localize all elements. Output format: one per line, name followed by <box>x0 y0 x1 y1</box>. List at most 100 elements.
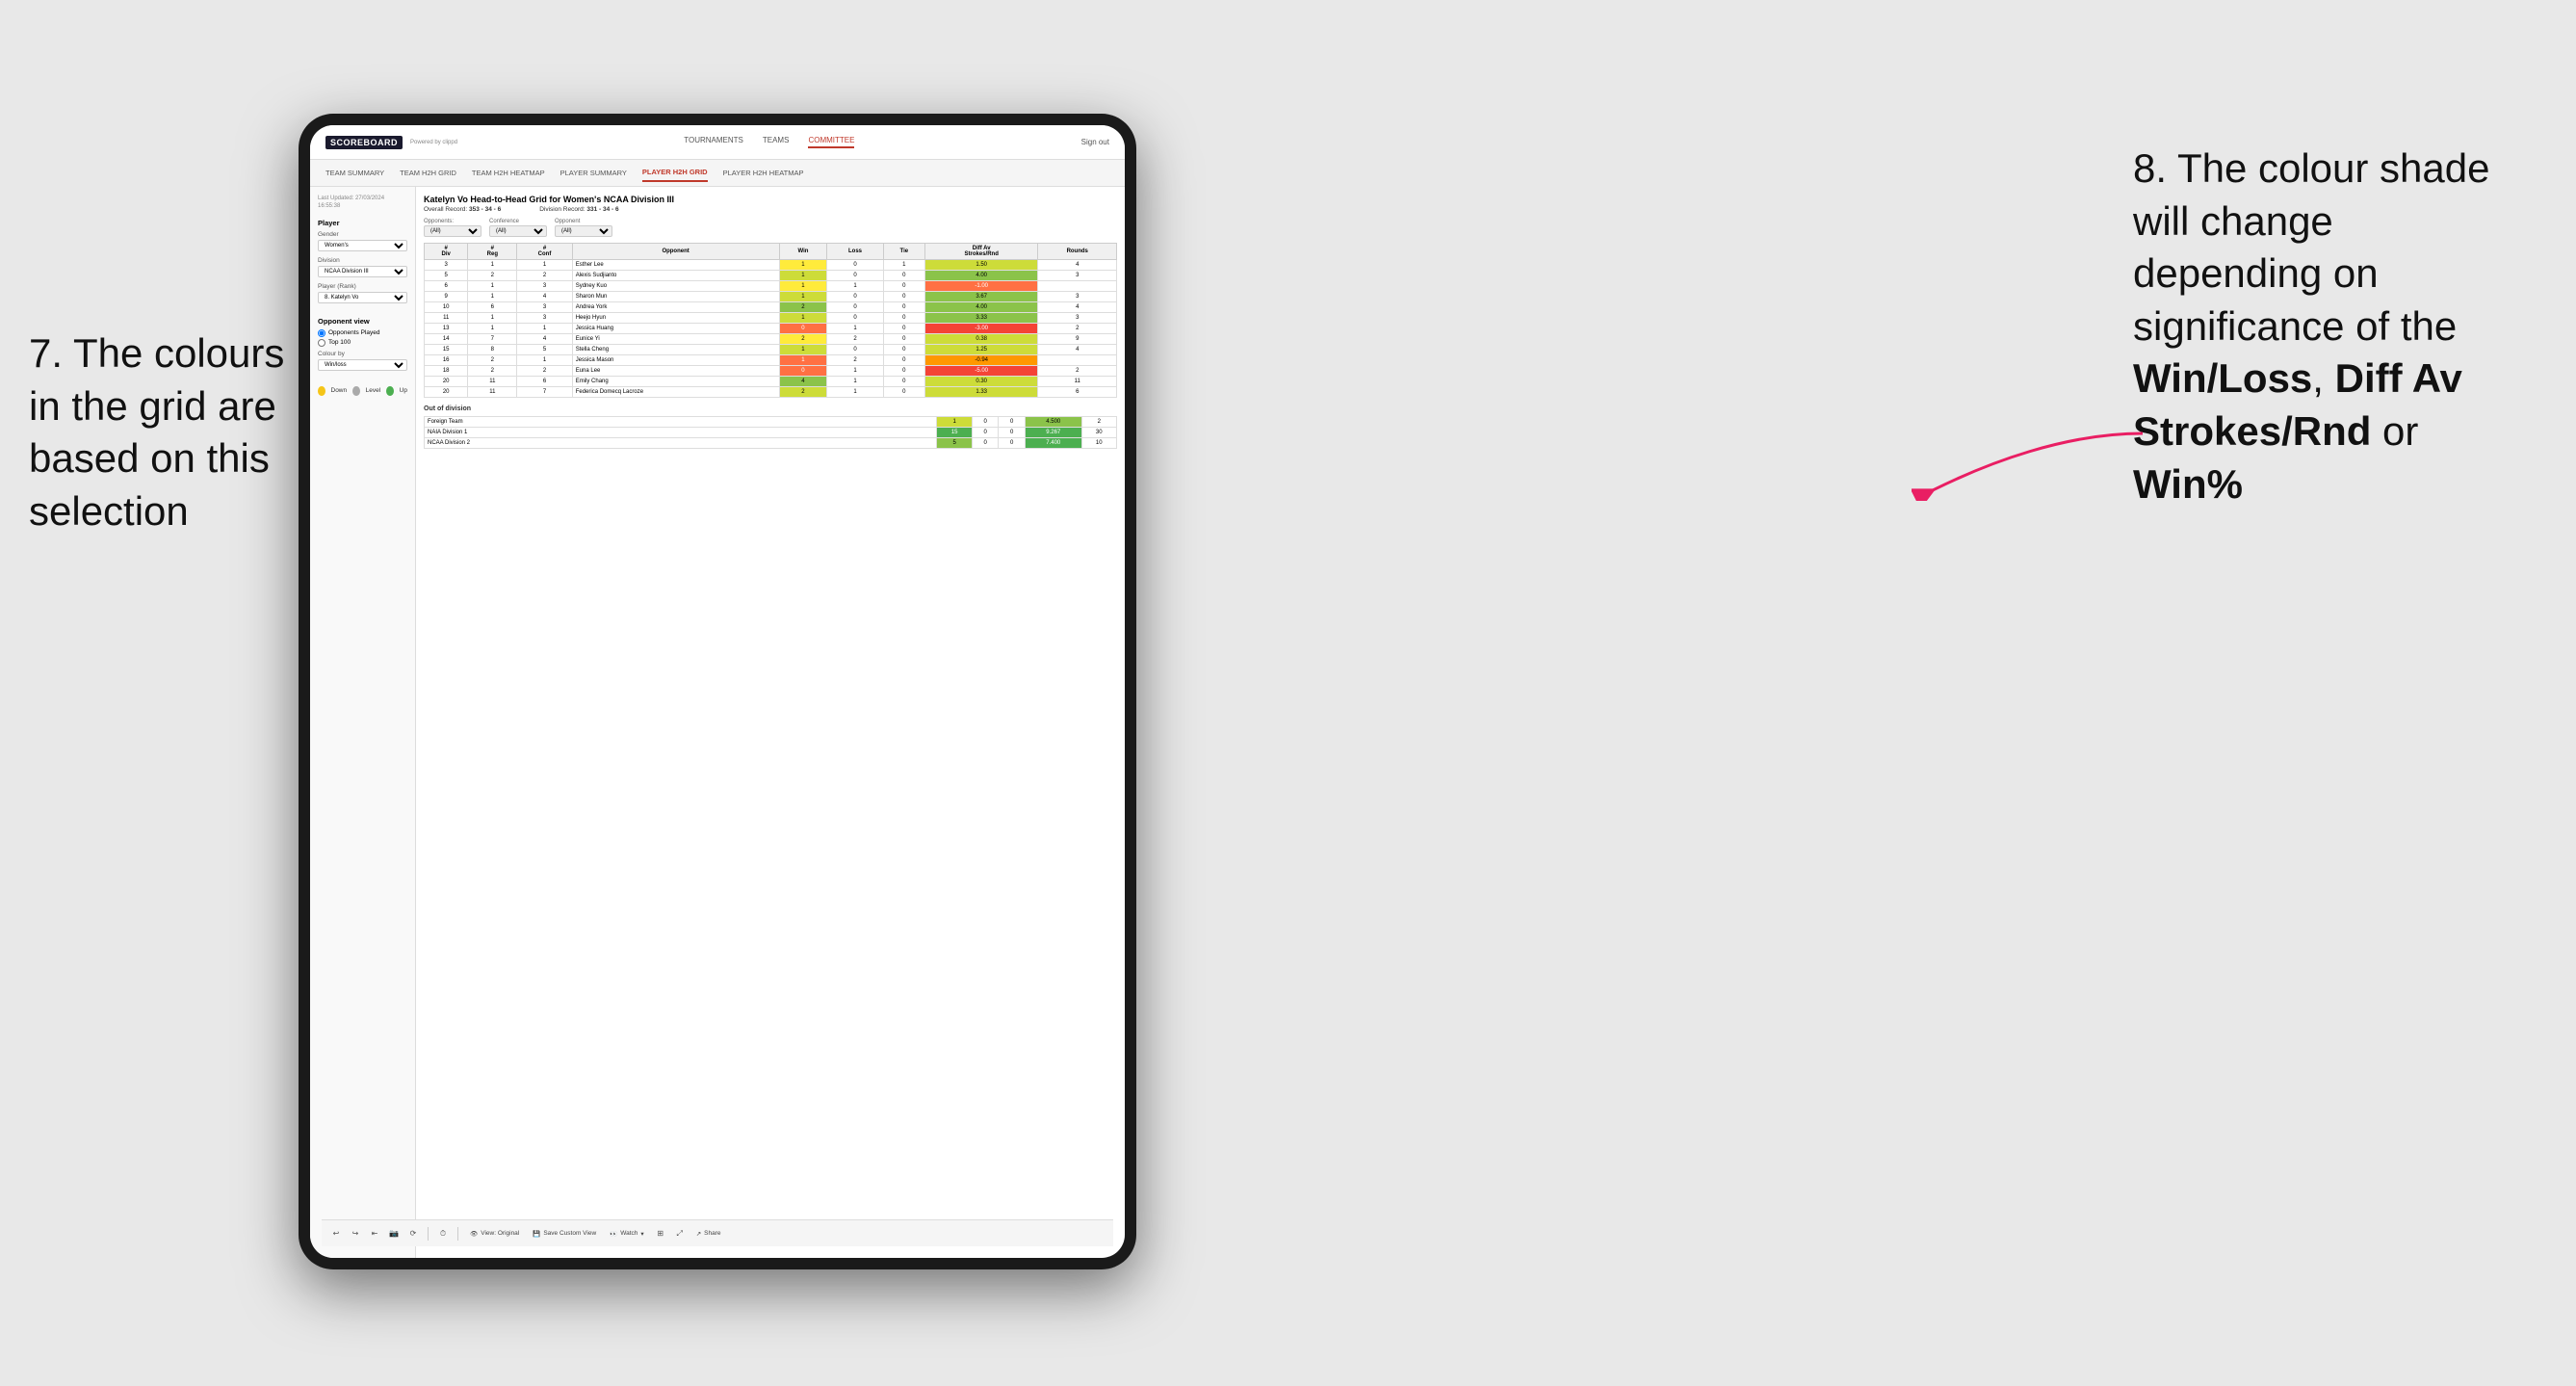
cell-tie: 0 <box>883 334 924 345</box>
nav-bar: SCOREBOARD Powered by clippd TOURNAMENTS… <box>310 125 1125 160</box>
radio-opponents-played[interactable]: Opponents Played <box>318 329 407 337</box>
cell-diff: 3.33 <box>924 313 1038 324</box>
cell-opponent: Heejo Hyun <box>572 313 779 324</box>
table-row: 3 1 1 Esther Lee 1 0 1 1.50 4 <box>425 260 1117 271</box>
annotation-left: 7. The colours in the grid are based on … <box>29 327 318 537</box>
colour-by-select[interactable]: Win/loss <box>318 359 407 371</box>
nav-links: TOURNAMENTS TEAMS COMMITTEE <box>684 136 854 148</box>
cell-loss: 1 <box>827 324 883 334</box>
cell-opponent: Sydney Kuo <box>572 281 779 292</box>
radio-top100[interactable]: Top 100 <box>318 339 407 347</box>
cell-tie: 0 <box>883 281 924 292</box>
division-select[interactable]: NCAA Division III <box>318 266 407 277</box>
opponent-filter: Opponent (All) <box>555 219 612 237</box>
share-btn[interactable]: ↗ Share <box>692 1228 725 1240</box>
legend-row: Down Level Up <box>318 386 407 396</box>
cell-diff: 3.67 <box>924 292 1038 302</box>
cell-tie: 0 <box>883 292 924 302</box>
cell-reg: 1 <box>468 292 517 302</box>
radio-top100-input[interactable] <box>318 339 325 347</box>
cell-rounds: 9 <box>1038 334 1117 345</box>
cell-div: 18 <box>425 366 468 377</box>
cell-diff: 1.33 <box>924 387 1038 398</box>
col-div: #Div <box>425 244 468 260</box>
cell-ood-diff: 7.400 <box>1025 438 1081 449</box>
sub-nav-player-summary[interactable]: PLAYER SUMMARY <box>560 165 627 181</box>
opponents-filter: Opponents: (All) <box>424 219 481 237</box>
cell-win: 2 <box>779 302 827 313</box>
player-section-title: Player <box>318 219 407 227</box>
col-conf: #Conf <box>517 244 572 260</box>
cell-div: 20 <box>425 377 468 387</box>
sub-nav-player-h2h-grid[interactable]: PLAYER H2H GRID <box>642 164 708 182</box>
opponents-filter-label: Opponents: <box>424 219 481 224</box>
cell-ood-loss: 0 <box>972 428 999 438</box>
player-rank-select[interactable]: 8. Katelyn Vo <box>318 292 407 303</box>
clock-icon[interactable]: ⏱ <box>436 1227 450 1241</box>
table-row: 15 8 5 Stella Cheng 1 0 0 1.25 4 <box>425 345 1117 355</box>
annotation-left-text: 7. The colours in the grid are based on … <box>29 330 284 534</box>
cell-opponent: Jessica Mason <box>572 355 779 366</box>
view-original-btn[interactable]: 👁 View: Original <box>466 1228 523 1240</box>
sub-nav-team-h2h-heatmap[interactable]: TEAM H2H HEATMAP <box>472 165 545 181</box>
refresh-icon[interactable]: ⟳ <box>406 1227 420 1241</box>
undo-icon[interactable]: ↩ <box>329 1227 343 1241</box>
cell-opponent: Andrea York <box>572 302 779 313</box>
cell-win: 1 <box>779 292 827 302</box>
main-content: Last Updated: 27/03/2024 16:55:38 Player… <box>310 187 1125 1258</box>
nav-committee[interactable]: COMMITTEE <box>808 136 854 148</box>
save-custom-btn[interactable]: 💾 Save Custom View <box>529 1228 600 1240</box>
camera-icon[interactable]: 📷 <box>387 1227 401 1241</box>
player-rank-label: Player (Rank) <box>318 283 407 290</box>
out-of-division-table: Foreign Team 1 0 0 4.500 2 NAIA Division… <box>424 416 1117 449</box>
grid-icon[interactable]: ⊞ <box>654 1227 667 1241</box>
cell-ood-loss: 0 <box>972 417 999 428</box>
table-row: 5 2 2 Alexis Sudjianto 1 0 0 4.00 3 <box>425 271 1117 281</box>
cell-reg: 8 <box>468 345 517 355</box>
cell-conf: 2 <box>517 366 572 377</box>
out-of-division-label: Out of division <box>424 405 1117 412</box>
expand-icon[interactable]: ⤢ <box>673 1227 687 1241</box>
brand-logo: SCOREBOARD <box>325 136 403 149</box>
sub-nav-team-h2h-grid[interactable]: TEAM H2H GRID <box>400 165 456 181</box>
data-area: Katelyn Vo Head-to-Head Grid for Women's… <box>416 187 1125 1258</box>
opponents-filter-select[interactable]: (All) <box>424 225 481 237</box>
cell-win: 0 <box>779 366 827 377</box>
table-header-row: #Div #Reg #Conf Opponent Win Loss Tie Di… <box>425 244 1117 260</box>
sidebar: Last Updated: 27/03/2024 16:55:38 Player… <box>310 187 416 1258</box>
cell-tie: 0 <box>883 345 924 355</box>
radio-opponents-played-input[interactable] <box>318 329 325 337</box>
col-tie: Tie <box>883 244 924 260</box>
cell-win: 1 <box>779 313 827 324</box>
cell-opponent: Euna Lee <box>572 366 779 377</box>
cell-ood-rounds: 10 <box>1081 438 1116 449</box>
cell-opponent: Sharon Mun <box>572 292 779 302</box>
cell-conf: 4 <box>517 292 572 302</box>
cell-ood-diff: 9.267 <box>1025 428 1081 438</box>
cell-tie: 0 <box>883 271 924 281</box>
nav-tournaments[interactable]: TOURNAMENTS <box>684 136 743 148</box>
cell-rounds: 3 <box>1038 313 1117 324</box>
col-win: Win <box>779 244 827 260</box>
view-original-label: View: Original <box>481 1230 519 1237</box>
watch-btn[interactable]: 👀 Watch ▾ <box>606 1228 648 1240</box>
cell-diff: -3.00 <box>924 324 1038 334</box>
cell-reg: 11 <box>468 377 517 387</box>
cell-diff: 4.00 <box>924 302 1038 313</box>
right-arrow <box>1912 424 2152 501</box>
step-back-icon[interactable]: ⇤ <box>368 1227 381 1241</box>
cell-conf: 2 <box>517 271 572 281</box>
opponent-filter-select[interactable]: (All) <box>555 225 612 237</box>
nav-teams[interactable]: TEAMS <box>763 136 790 148</box>
cell-diff: -1.00 <box>924 281 1038 292</box>
redo-icon[interactable]: ↪ <box>349 1227 362 1241</box>
cell-diff: -5.00 <box>924 366 1038 377</box>
cell-diff: 0.38 <box>924 334 1038 345</box>
sign-out[interactable]: Sign out <box>1081 138 1109 146</box>
cell-conf: 4 <box>517 334 572 345</box>
sub-nav-player-h2h-heatmap[interactable]: PLAYER H2H HEATMAP <box>723 165 804 181</box>
gender-select[interactable]: Women's <box>318 240 407 251</box>
conference-filter-select[interactable]: (All) <box>489 225 547 237</box>
cell-loss: 0 <box>827 292 883 302</box>
sub-nav-team-summary[interactable]: TEAM SUMMARY <box>325 165 384 181</box>
